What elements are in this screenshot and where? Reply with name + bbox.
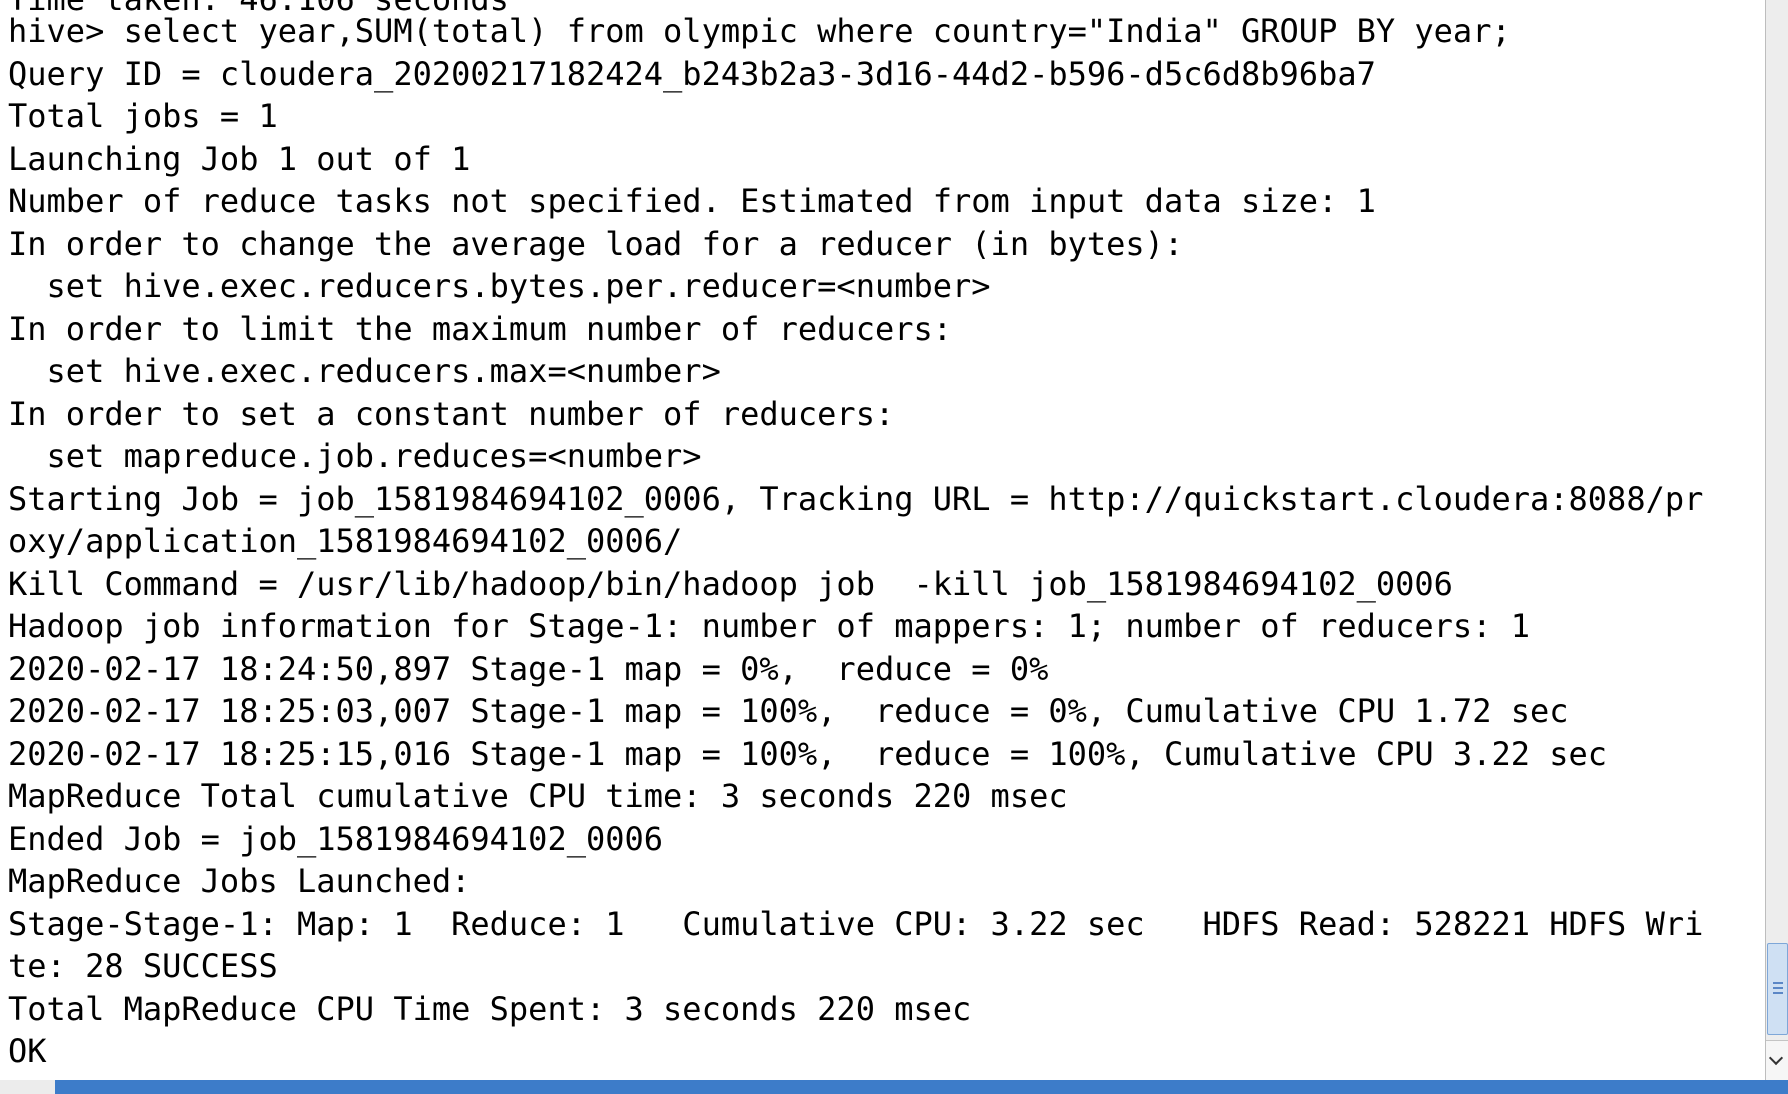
output-line: Number of reduce tasks not specified. Es… — [8, 182, 1376, 220]
output-line: In order to change the average load for … — [8, 224, 1184, 263]
scrollbar-thumb[interactable] — [1767, 943, 1788, 1035]
scroll-down-button[interactable] — [1766, 1040, 1788, 1080]
output-line: Hadoop job information for Stage-1: numb… — [8, 607, 1530, 645]
output-line: Kill Command = /usr/lib/hadoop/bin/hadoo… — [8, 564, 1453, 603]
taskbar-left-panel — [0, 1080, 55, 1094]
output-line: MapReduce Jobs Launched: — [8, 862, 471, 900]
output-line: oxy/application_1581984694102_0006/ — [8, 522, 683, 560]
output-line: MapReduce Total cumulative CPU time: 3 s… — [8, 777, 1068, 815]
output-line: Ended Job = job_1581984694102_0006 — [8, 819, 664, 858]
output-line: Total jobs = 1 — [8, 97, 278, 135]
output-line: set hive.exec.reducers.max=<number> — [8, 352, 721, 390]
vertical-scrollbar[interactable] — [1765, 0, 1788, 1080]
output-line: 2020-02-17 18:25:15,016 Stage-1 map = 10… — [8, 734, 1608, 773]
output-line: Stage-Stage-1: Map: 1 Reduce: 1 Cumulati… — [8, 904, 1704, 943]
output-line: Total MapReduce CPU Time Spent: 3 second… — [8, 989, 972, 1028]
output-lines: hive> select year,SUM(total) from olympi… — [8, 10, 1703, 1073]
output-line: hive> select year,SUM(total) from olympi… — [8, 12, 1511, 50]
output-line: In order to limit the maximum number of … — [8, 309, 953, 348]
output-line: Launching Job 1 out of 1 — [8, 139, 471, 178]
output-line: set mapreduce.job.reduces=<number> — [8, 437, 702, 475]
chevron-down-icon — [1768, 1050, 1784, 1066]
output-line: Starting Job = job_1581984694102_0006, T… — [8, 479, 1704, 518]
output-line: te: 28 SUCCESS — [8, 947, 278, 985]
output-line: 2020-02-17 18:24:50,897 Stage-1 map = 0%… — [8, 649, 1049, 688]
grip-icon — [1773, 982, 1783, 994]
output-line: Query ID = cloudera_20200217182424_b243b… — [8, 54, 1376, 93]
terminal-output[interactable]: Time taken: 46.106 seconds hive> select … — [0, 0, 1765, 1080]
output-line: set hive.exec.reducers.bytes.per.reducer… — [8, 267, 991, 305]
output-line: In order to set a constant number of red… — [8, 394, 895, 433]
output-line: OK — [8, 1032, 47, 1070]
taskbar — [0, 1080, 1788, 1094]
output-line: 2020-02-17 18:25:03,007 Stage-1 map = 10… — [8, 692, 1569, 730]
